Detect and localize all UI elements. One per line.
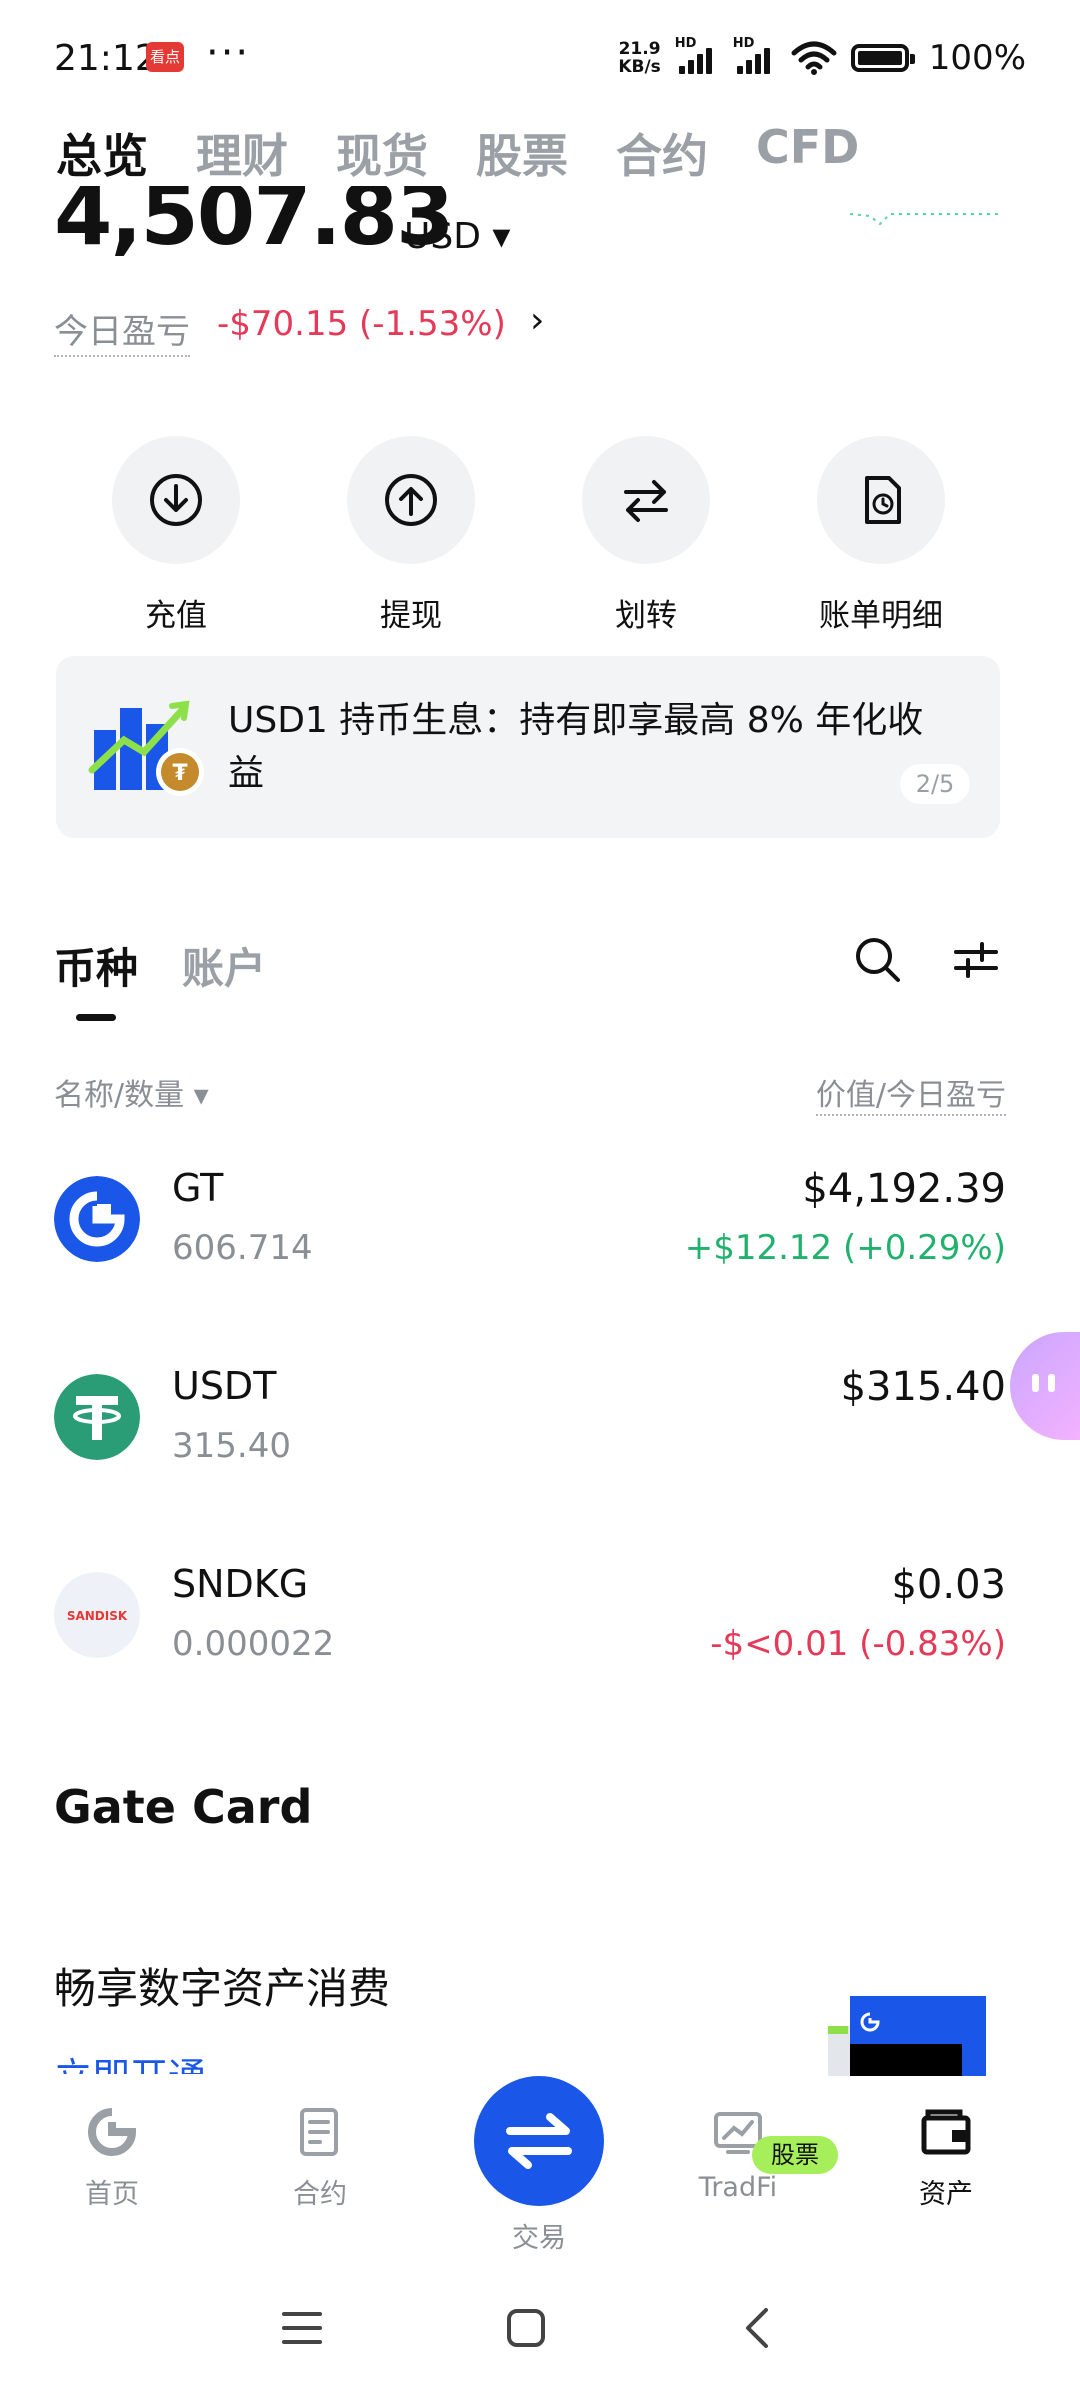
sort-value-pnl[interactable]: 价值/今日盈亏 — [815, 1070, 1006, 1116]
nav-home[interactable]: 首页 — [32, 2106, 192, 2211]
home-square-icon[interactable] — [506, 2308, 546, 2348]
signal-icon: HD — [675, 36, 719, 74]
transfer-label: 划转 — [615, 598, 677, 634]
futures-icon — [300, 2108, 338, 2156]
chevron-right-icon[interactable]: › — [530, 300, 544, 341]
more-notifications-icon: ··· — [206, 30, 251, 76]
asset-value: $315.40 — [840, 1364, 1006, 1410]
withdraw-icon — [385, 474, 437, 526]
system-navigation-bar — [0, 2280, 1080, 2400]
gate-card-title: Gate Card — [54, 1780, 313, 1834]
gate-card-subtitle: 畅享数字资产消费 — [54, 1964, 391, 2013]
status-indicators: 21.9 KB/s HD HD 100% — [618, 36, 1026, 80]
usdt-coin-icon — [54, 1374, 140, 1460]
deposit-button[interactable]: 充值 — [106, 436, 246, 635]
tab-stocks[interactable]: 股票 — [476, 120, 568, 186]
withdraw-label: 提现 — [380, 598, 442, 634]
tab-accounts[interactable]: 账户 — [182, 935, 266, 996]
tab-spot[interactable]: 现货 — [336, 120, 428, 186]
gate-card-apply-link[interactable]: 立即开通 — [54, 2050, 354, 2074]
pnl-label: 今日盈亏 — [54, 304, 190, 357]
asset-quantity: 0.000022 — [172, 1624, 335, 1664]
stocks-badge: 股票 — [752, 2136, 838, 2174]
top-tabs: 总览 理财 现货 股票 合约 CFD — [56, 120, 859, 186]
tab-futures[interactable]: 合约 — [616, 120, 708, 186]
svg-text:SANDISK: SANDISK — [67, 1609, 128, 1623]
banner-pagination: 2/5 — [900, 764, 970, 804]
total-balance: 4,507.83 USD ▾ — [54, 186, 954, 266]
filter-icon[interactable] — [952, 938, 1000, 982]
battery-icon — [850, 44, 915, 72]
nav-futures[interactable]: 合约 — [240, 2106, 400, 2211]
asset-value: $4,192.39 — [802, 1166, 1006, 1212]
asset-quantity: 315.40 — [172, 1426, 291, 1466]
app-notification-icon: 看点 — [146, 42, 184, 72]
trade-label: 交易 — [512, 2223, 566, 2254]
sort-name-quantity[interactable]: 名称/数量 ▾ — [54, 1070, 209, 1114]
asset-quantity: 606.714 — [172, 1228, 313, 1268]
balance-sparkline — [850, 213, 1000, 226]
status-time: 21:12 — [54, 38, 158, 79]
asset-value: $0.03 — [891, 1562, 1006, 1608]
tab-overview[interactable]: 总览 — [56, 120, 148, 186]
menu-icon[interactable] — [282, 2310, 322, 2346]
tab-earn[interactable]: 理财 — [196, 120, 288, 186]
tab-indicator — [76, 1014, 116, 1021]
network-speed: 21.9 KB/s — [618, 39, 661, 77]
statement-label: 账单明细 — [819, 598, 943, 634]
asset-name: USDT — [172, 1364, 277, 1408]
home-icon — [88, 2108, 137, 2156]
balance-amount: 4,507.83 — [54, 186, 455, 264]
deposit-label: 充值 — [145, 598, 207, 634]
asset-name: GT — [172, 1166, 224, 1210]
deposit-icon — [150, 474, 202, 526]
trade-icon — [506, 2113, 572, 2169]
trade-button[interactable] — [474, 2076, 604, 2206]
asset-pnl: -$<0.01 (-0.83%) — [710, 1624, 1006, 1664]
search-icon[interactable] — [852, 934, 904, 986]
battery-percent: 100% — [928, 38, 1026, 78]
back-icon[interactable] — [742, 2306, 772, 2350]
withdraw-button[interactable]: 提现 — [341, 436, 481, 635]
assistant-bubble[interactable] — [1010, 1332, 1080, 1440]
gt-coin-icon — [54, 1176, 140, 1262]
chat-bot-icon — [1032, 1374, 1055, 1392]
signal-icon-2: HD — [733, 36, 777, 74]
wallet-icon — [921, 2109, 971, 2155]
wifi-icon — [791, 41, 837, 75]
transfer-icon — [624, 480, 668, 522]
transfer-button[interactable]: 划转 — [576, 436, 716, 635]
asset-pnl: +$12.12 (+0.29%) — [684, 1228, 1006, 1268]
pnl-value[interactable]: -$70.15 (-1.53%) — [217, 304, 506, 344]
statement-icon — [865, 476, 901, 524]
tab-coins[interactable]: 币种 — [54, 935, 138, 996]
banner-text: USD1 持币生息：持有即享最高 8% 年化收益 — [228, 700, 924, 794]
sndkg-coin-icon: SANDISK — [54, 1572, 140, 1658]
chart-growth-icon: ₮ — [88, 700, 204, 796]
statement-button[interactable]: 账单明细 — [811, 436, 951, 635]
asset-name: SNDKG — [172, 1562, 309, 1606]
svg-text:₮: ₮ — [172, 761, 188, 786]
nav-assets[interactable]: 资产 — [866, 2106, 1026, 2211]
currency-selector[interactable]: USD ▾ — [404, 216, 510, 257]
tab-cfd[interactable]: CFD — [756, 120, 859, 186]
